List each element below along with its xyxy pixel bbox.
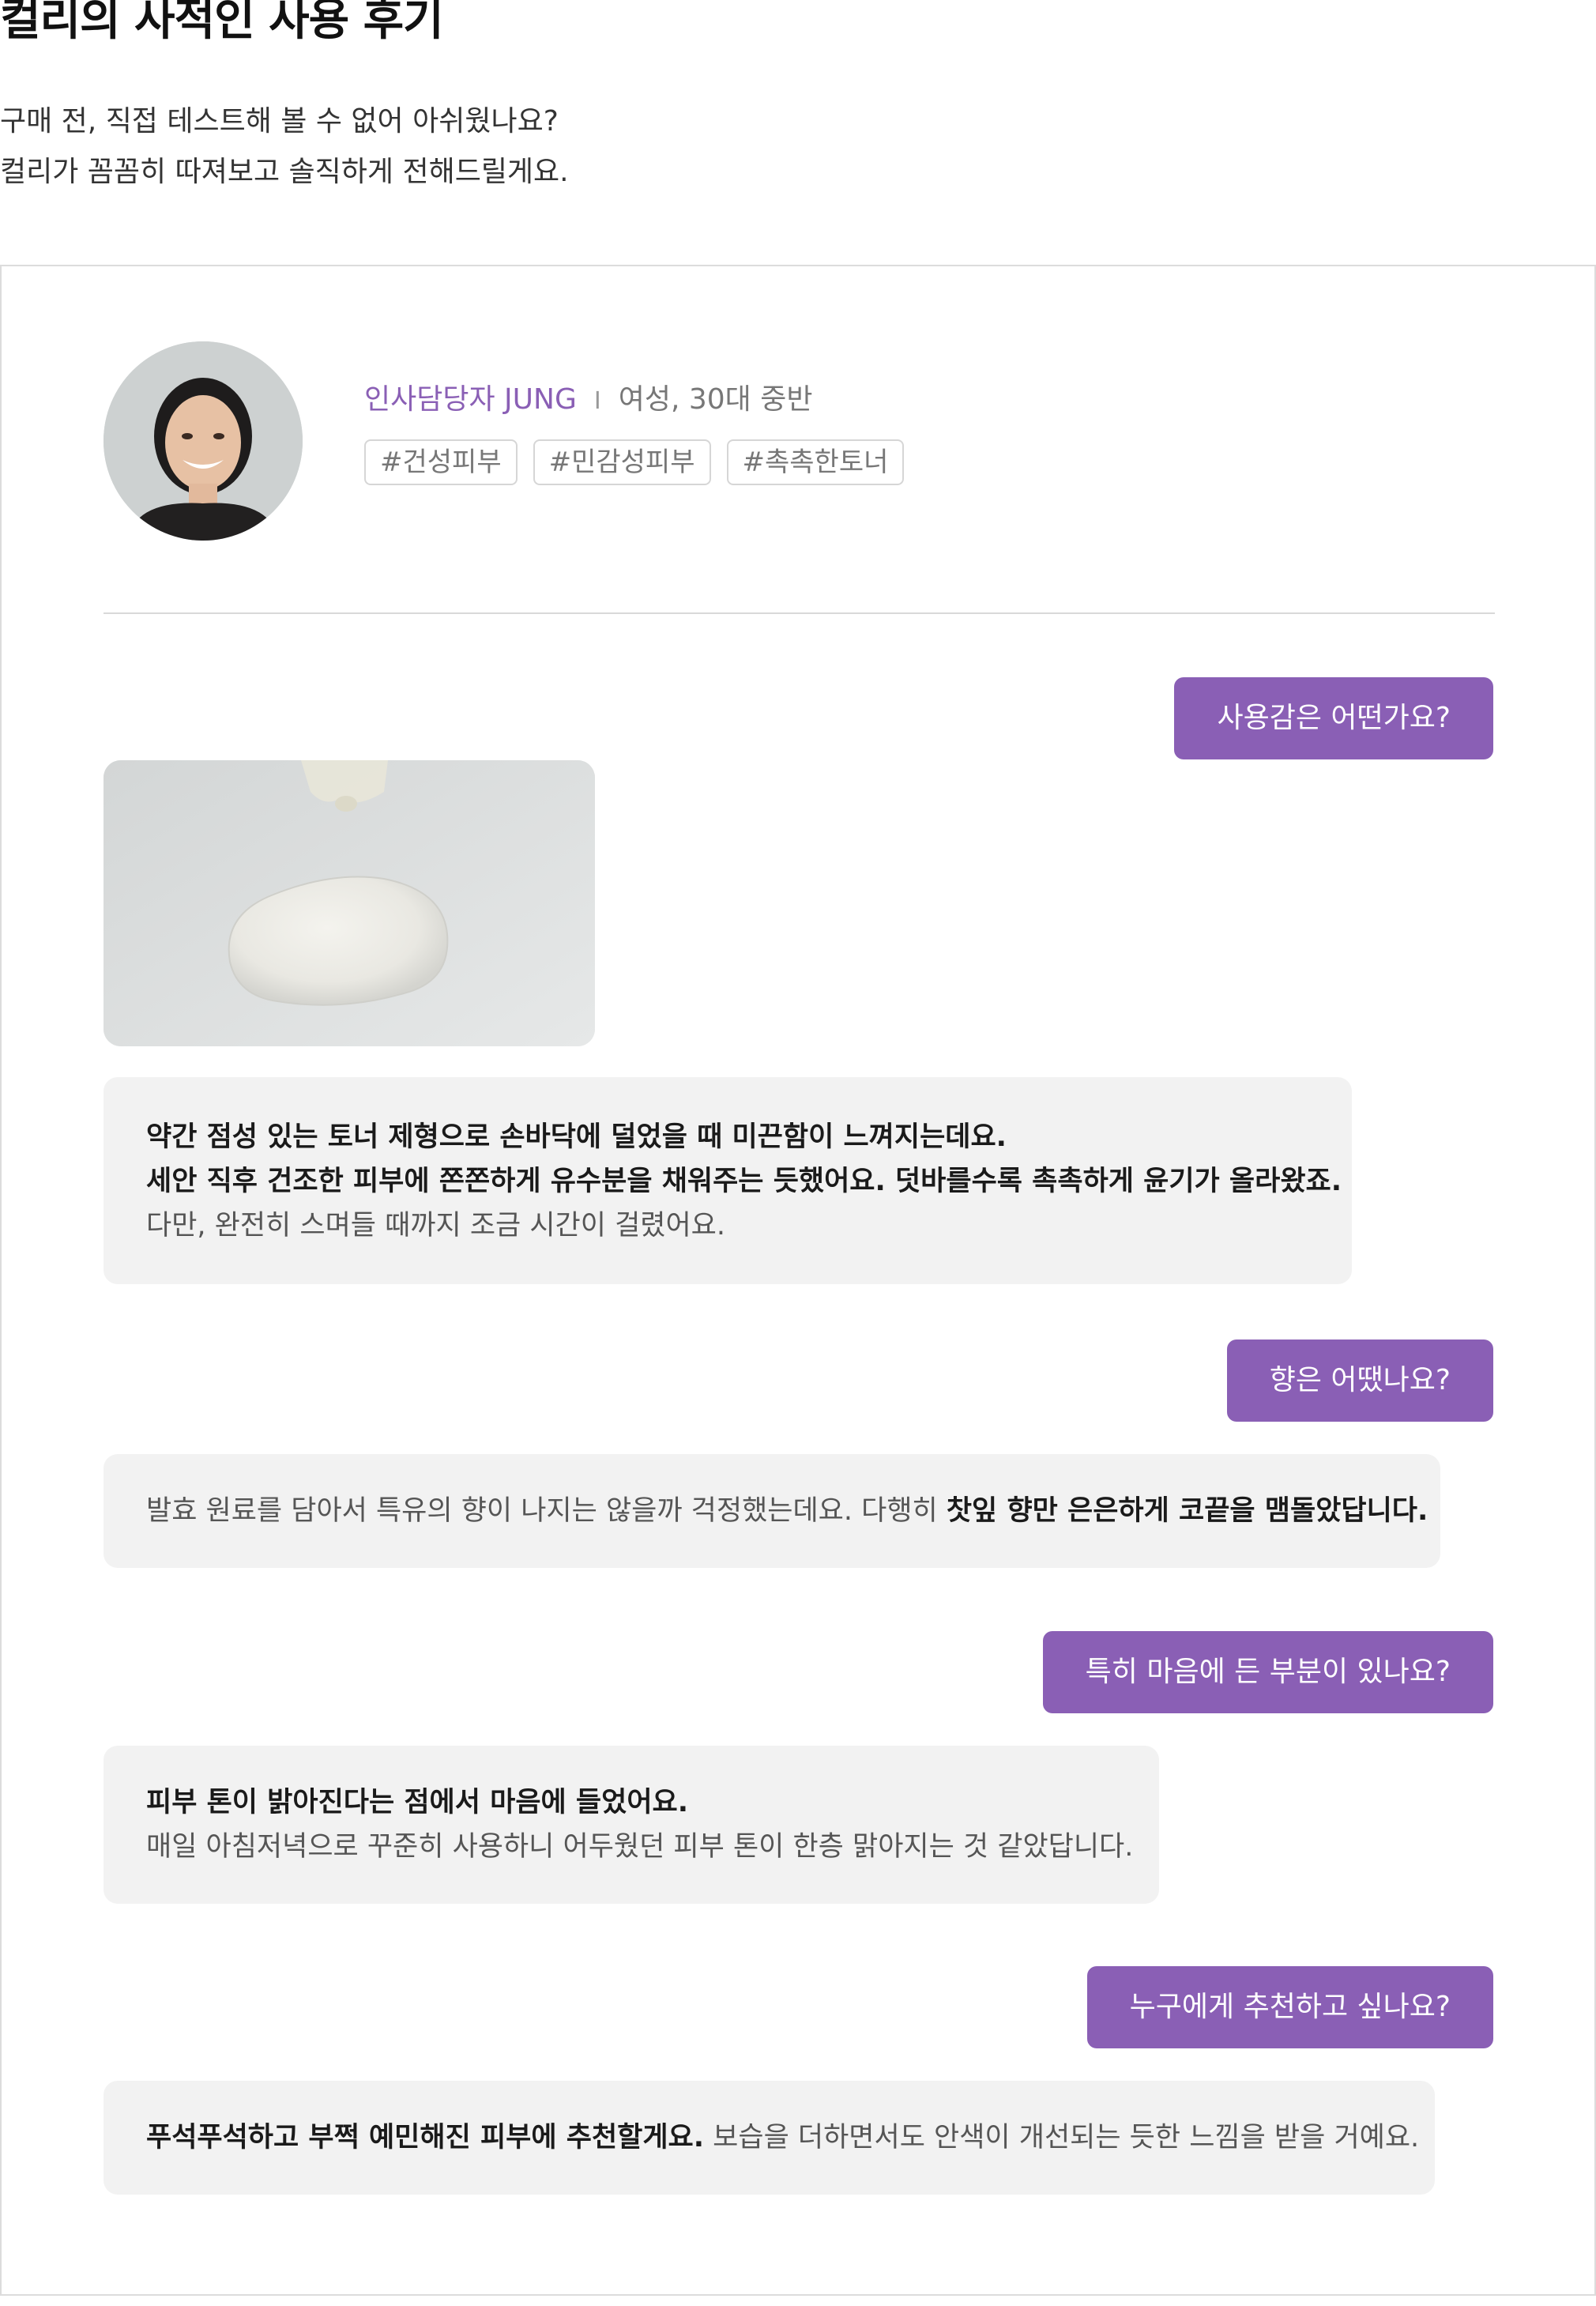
- answer-bubble: 발효 원료를 담아서 특유의 향이 나지는 않을까 걱정했는데요. 다행히 찻잎…: [104, 1454, 1440, 1568]
- answer-bubble: 약간 점성 있는 토너 제형으로 손바닥에 덜었을 때 미끈함이 느껴지는데요.…: [104, 1077, 1352, 1284]
- answer-highlight: 약간 점성 있는 토너 제형으로 손바닥에 덜었을 때 미끈함이 느껴지는데요.: [146, 1121, 1007, 1153]
- reviewer-info: 인사담당자 JUNG I 여성, 30대 중반: [364, 381, 904, 420]
- answer-text: 보습을 더하면서도 안색이 개선되는 듯한 느낌을 받을 거예요.: [704, 2122, 1420, 2153]
- answer-highlight: 찻잎 향만 은은하게 코끝을 맴돌았답니다.: [946, 1495, 1428, 1527]
- page-title: 컬리의 사적인 사용 후기: [0, 0, 444, 46]
- tag: #민감성피부: [533, 439, 711, 485]
- question-bubble: 사용감은 어떤가요?: [1174, 677, 1493, 759]
- intro-text: 구매 전, 직접 테스트해 볼 수 없어 아쉬웠나요? 컬리가 꼼꼼히 따져보고…: [0, 96, 569, 198]
- answer-highlight: 푸석푸석하고 부쩍 예민해진 피부에 추천할게요.: [146, 2122, 705, 2153]
- intro-line: 구매 전, 직접 테스트해 볼 수 없어 아쉬웠나요?: [0, 105, 559, 138]
- answer-text: 다만, 완전히 스며들 때까지 조금 시간이 걸렸어요.: [146, 1210, 726, 1242]
- answer-text: 발효 원료를 담아서 특유의 향이 나지는 않을까 걱정했는데요. 다행히: [146, 1495, 947, 1527]
- divider: [104, 612, 1495, 614]
- answer-highlight: 피부 톤이 밝아진다는 점에서 마음에 들었어요.: [146, 1787, 689, 1818]
- reviewer-profile: 인사담당자 JUNG I 여성, 30대 중반 #건성피부 #민감성피부 #촉촉한토…: [364, 381, 905, 485]
- question-bubble: 누구에게 추천하고 싶나요?: [1086, 1966, 1493, 2048]
- tag: #건성피부: [364, 439, 518, 485]
- answer-highlight: 세안 직후 건조한 피부에 쫀쫀하게 유수분을 채워주는 듯했어요. 덧바를수록…: [146, 1166, 1342, 1197]
- reviewer-name: 인사담당자 JUNG: [364, 383, 577, 416]
- reviewer-meta: 여성, 30대 중반: [618, 383, 813, 416]
- texture-image: [104, 760, 595, 1046]
- tag: #촉촉한토너: [726, 439, 905, 485]
- question-bubble: 특히 마음에 든 부분이 있나요?: [1042, 1631, 1493, 1713]
- answer-bubble: 푸석푸석하고 부쩍 예민해진 피부에 추천할게요. 보습을 더하면서도 안색이 …: [104, 2081, 1435, 2195]
- separator: I: [593, 387, 601, 415]
- answer-bubble: 피부 톤이 밝아진다는 점에서 마음에 들었어요. 매일 아침저녁으로 꾸준히 …: [104, 1746, 1159, 1904]
- intro-line: 컬리가 꼼꼼히 따져보고 솔직하게 전해드릴게요.: [0, 156, 569, 188]
- product-texture-photo: [104, 760, 595, 1046]
- answer-line: 푸석푸석하고 부쩍 예민해진 피부에 추천할게요. 보습을 더하면서도 안색이 …: [146, 2116, 1419, 2160]
- tag-list: #건성피부 #민감성피부 #촉촉한토너: [364, 439, 905, 485]
- answer-line: 발효 원료를 담아서 특유의 향이 나지는 않을까 걱정했는데요. 다행히 찻잎…: [146, 1489, 1428, 1533]
- reviewer-photo: [104, 341, 303, 541]
- review-card: 인사담당자 JUNG I 여성, 30대 중반 #건성피부 #민감성피부 #촉촉한토…: [0, 265, 1596, 2296]
- question-bubble: 향은 어땠나요?: [1226, 1340, 1493, 1422]
- avatar: [104, 341, 303, 541]
- answer-text: 매일 아침저녁으로 꾸준히 사용하니 어두웠던 피부 톤이 한층 맑아지는 것 …: [146, 1831, 1134, 1863]
